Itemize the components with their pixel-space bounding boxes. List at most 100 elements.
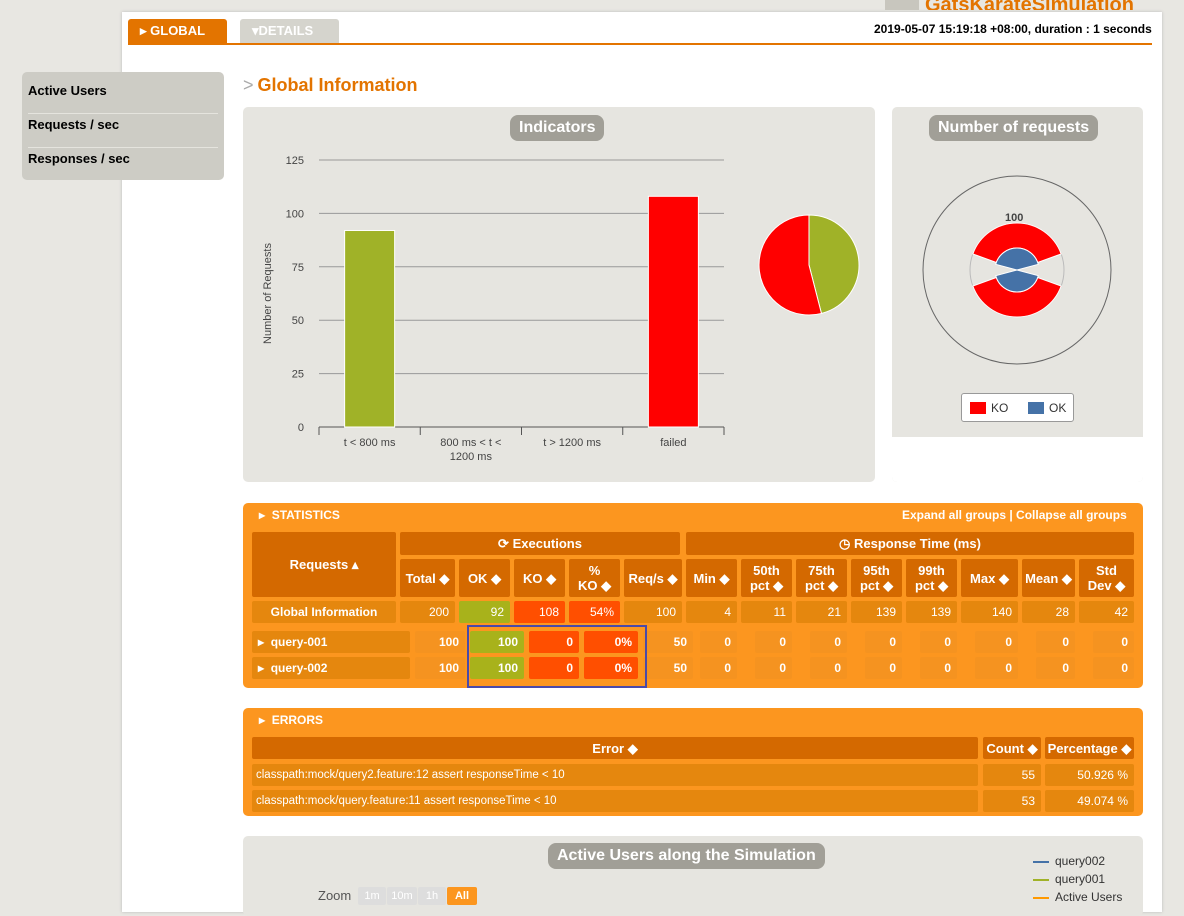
statistics-col-12[interactable]: Std Dev ◆ bbox=[1079, 559, 1134, 597]
response-time-header: ◷ Response Time (ms) bbox=[686, 532, 1134, 555]
x-tick-label: 800 ms < t < bbox=[440, 437, 501, 449]
stats-cell-1-10: 0 bbox=[975, 631, 1018, 653]
stats-cell-2-12: 0 bbox=[1093, 657, 1134, 679]
refresh-icon: ⟳ bbox=[498, 536, 509, 551]
active-users-title: Active Users along the Simulation bbox=[548, 843, 825, 869]
stats-cell-2-2: 0 bbox=[529, 657, 579, 679]
legend-query001[interactable]: query001 bbox=[1033, 872, 1105, 886]
errors-col-count[interactable]: Count ◆ bbox=[983, 737, 1041, 759]
tab-details[interactable]: ▾DETAILS bbox=[240, 19, 339, 44]
sort-icon: ◆ bbox=[1061, 570, 1072, 586]
stats-cell-2-3: 0% bbox=[584, 657, 638, 679]
y-axis-label: Number of Requests bbox=[262, 243, 274, 344]
stats-cell-2-5: 0 bbox=[700, 657, 737, 679]
statistics-col-2[interactable]: KO ◆ bbox=[514, 559, 565, 597]
expand-arrow-icon: ▸ bbox=[258, 661, 265, 675]
statistics-col-7[interactable]: 75th pct ◆ bbox=[796, 559, 847, 597]
stats-cell-0-6: 11 bbox=[741, 601, 792, 623]
statistics-header[interactable]: ▸ STATISTICS bbox=[259, 508, 340, 522]
expand-all-groups-link[interactable]: Expand all groups bbox=[902, 508, 1006, 522]
errors-col-error[interactable]: Error ◆ bbox=[252, 737, 978, 759]
error-row-2-message: classpath:mock/query.feature:11 assert r… bbox=[252, 790, 978, 812]
statistics-col-5[interactable]: Min ◆ bbox=[686, 559, 737, 597]
errors-header[interactable]: ▸ ERRORS bbox=[259, 713, 323, 727]
sort-icon: ◆ bbox=[627, 740, 638, 756]
radial-label: 100 bbox=[1005, 212, 1023, 224]
sort-icon: ◆ bbox=[601, 578, 612, 593]
sidebar-item-requests-sec[interactable]: Requests / sec bbox=[28, 114, 218, 148]
stats-cell-2-1: 100 bbox=[470, 657, 524, 679]
stats-row-name[interactable]: ▸ query-002 bbox=[252, 657, 410, 679]
legend-ko-label[interactable]: KO bbox=[991, 401, 1008, 415]
statistics-col-6[interactable]: 50th pct ◆ bbox=[741, 559, 792, 597]
legend-line-icon bbox=[1033, 878, 1049, 881]
indicators-chart: 0 25 50 75 100 125 Number of Requests t < 800 m… bbox=[262, 155, 860, 463]
stats-cell-0-1: 92 bbox=[459, 601, 510, 623]
sidebar-item-responses-sec[interactable]: Responses / sec bbox=[28, 148, 218, 182]
stats-cell-0-12: 42 bbox=[1079, 601, 1134, 623]
stats-cell-0-0: 200 bbox=[400, 601, 455, 623]
statistics-col-4[interactable]: Req/s ◆ bbox=[624, 559, 682, 597]
stats-cell-0-2: 108 bbox=[514, 601, 565, 623]
stats-cell-2-8: 0 bbox=[865, 657, 902, 679]
statistics-col-8[interactable]: 95th pct ◆ bbox=[851, 559, 902, 597]
legend-active-users[interactable]: Active Users bbox=[1033, 890, 1122, 904]
error-row-1-count: 55 bbox=[983, 764, 1041, 786]
x-tick-label: t < 800 ms bbox=[344, 437, 396, 449]
statistics-col-11[interactable]: Mean ◆ bbox=[1022, 559, 1075, 597]
page-title: > Global Information bbox=[243, 75, 418, 95]
stats-cell-1-1: 100 bbox=[470, 631, 524, 653]
run-info: 2019-05-07 15:19:18 +08:00, duration : 1… bbox=[874, 22, 1152, 36]
statistics-col-requests[interactable]: Requests ▴ bbox=[252, 532, 396, 597]
stats-cell-1-8: 0 bbox=[865, 631, 902, 653]
sort-icon: ◆ bbox=[828, 578, 839, 593]
statistics-col-3[interactable]: % KO ◆ bbox=[569, 559, 620, 597]
error-row-2-pct: 49.074 % bbox=[1045, 790, 1134, 812]
stats-cell-0-8: 139 bbox=[851, 601, 902, 623]
stats-cell-2-4: 50 bbox=[643, 657, 693, 679]
error-row-1-pct: 50.926 % bbox=[1045, 764, 1134, 786]
stats-cell-0-11: 28 bbox=[1022, 601, 1075, 623]
y-tick-label: 25 bbox=[292, 369, 304, 381]
stats-row-name: Global Information bbox=[252, 601, 396, 623]
stats-cell-0-5: 4 bbox=[686, 601, 737, 623]
brand: GatsKarateSimulation bbox=[885, 0, 1134, 10]
sort-icon: ◆ bbox=[546, 570, 557, 586]
panel-footer bbox=[892, 437, 1143, 482]
sort-icon: ◆ bbox=[883, 578, 894, 593]
stats-cell-2-10: 0 bbox=[975, 657, 1018, 679]
statistics-col-10[interactable]: Max ◆ bbox=[961, 559, 1018, 597]
stats-cell-1-7: 0 bbox=[810, 631, 847, 653]
tab-global[interactable]: ▸ GLOBAL bbox=[128, 19, 227, 44]
sidebar-item-active-users[interactable]: Active Users bbox=[28, 80, 218, 114]
errors-col-percentage[interactable]: Percentage ◆ bbox=[1045, 737, 1134, 759]
legend-line-icon bbox=[1033, 896, 1049, 899]
zoom-1h-button[interactable]: 1h bbox=[418, 887, 446, 905]
stats-cell-0-4: 100 bbox=[624, 601, 682, 623]
collapse-all-groups-link[interactable]: Collapse all groups bbox=[1016, 508, 1127, 522]
statistics-col-0[interactable]: Total ◆ bbox=[400, 559, 455, 597]
zoom-1m-button[interactable]: 1m bbox=[358, 887, 386, 905]
statistics-col-1[interactable]: OK ◆ bbox=[459, 559, 510, 597]
stats-cell-1-9: 0 bbox=[920, 631, 957, 653]
stats-row-name[interactable]: ▸ query-001 bbox=[252, 631, 410, 653]
y-tick-label: 100 bbox=[286, 208, 304, 220]
gatling-logo-icon bbox=[885, 0, 919, 10]
stats-cell-0-7: 21 bbox=[796, 601, 847, 623]
y-tick-label: 0 bbox=[298, 422, 304, 434]
y-tick-label: 125 bbox=[286, 155, 304, 167]
legend-ok-label[interactable]: OK bbox=[1049, 401, 1066, 415]
sort-icon: ◆ bbox=[491, 570, 502, 586]
statistics-col-9[interactable]: 99th pct ◆ bbox=[906, 559, 957, 597]
stats-cell-1-6: 0 bbox=[755, 631, 792, 653]
error-row-2-count: 53 bbox=[983, 790, 1041, 812]
zoom-all-button[interactable]: All bbox=[447, 887, 477, 905]
legend-ok-swatch bbox=[1028, 402, 1044, 414]
legend-query002[interactable]: query002 bbox=[1033, 854, 1105, 868]
sort-icon: ◆ bbox=[773, 578, 784, 593]
bar-0 bbox=[344, 229, 396, 428]
stats-cell-2-9: 0 bbox=[920, 657, 957, 679]
zoom-10m-button[interactable]: 10m bbox=[387, 887, 417, 905]
stats-cell-1-11: 0 bbox=[1036, 631, 1075, 653]
stats-cell-1-4: 50 bbox=[643, 631, 693, 653]
